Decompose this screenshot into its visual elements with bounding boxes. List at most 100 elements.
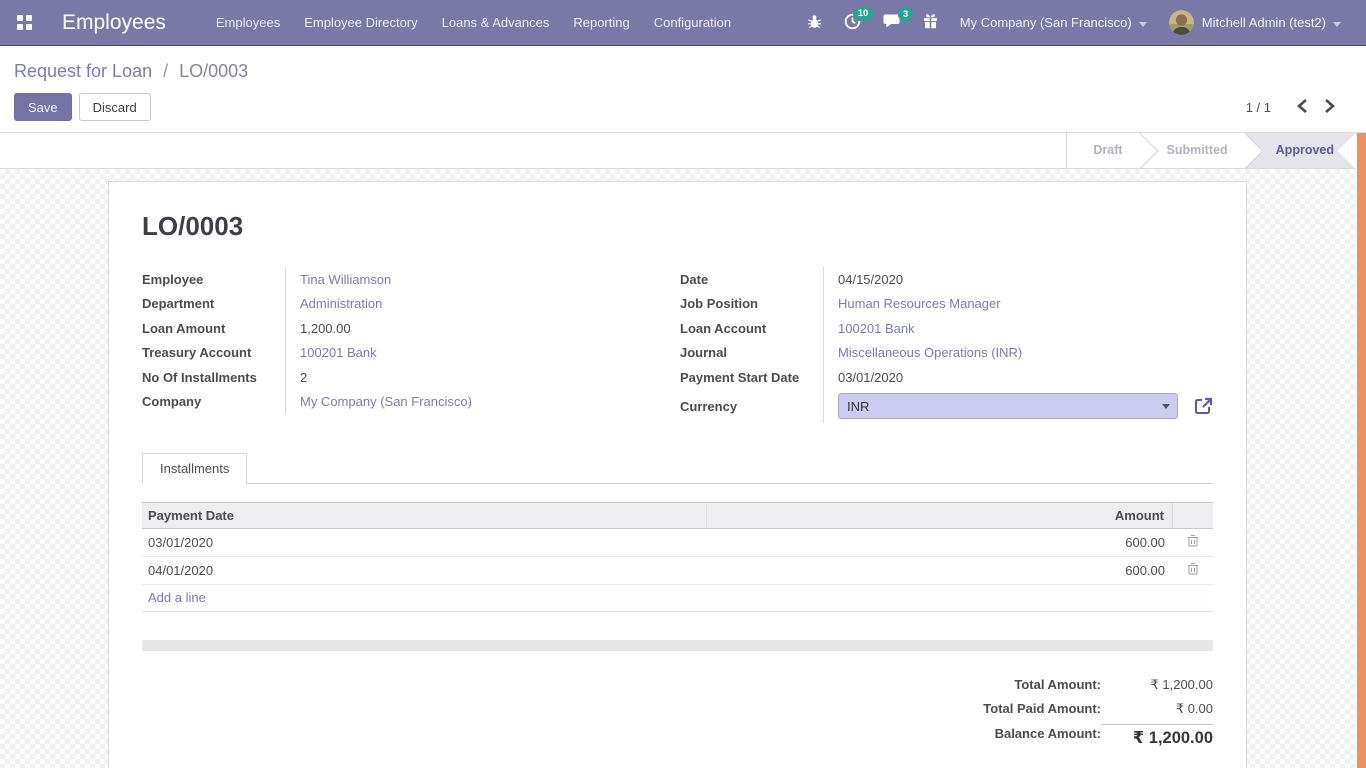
menu-item[interactable]: Employees (204, 0, 292, 45)
totals-section: Total Amount: ₹ 1,200.00 Total Paid Amou… (142, 673, 1213, 748)
cell-payment-date[interactable]: 04/01/2020 (142, 563, 707, 578)
horizontal-scrollbar[interactable] (142, 640, 1213, 651)
external-link-button[interactable] (1194, 397, 1213, 415)
apps-menu-button[interactable] (8, 7, 40, 39)
field-row: Payment Start Date 03/01/2020 (680, 365, 1213, 390)
field-value-text[interactable]: Miscellaneous Operations (INR) (838, 345, 1022, 360)
field-row: Loan Account 100201 Bank (680, 316, 1213, 341)
field-value-text[interactable]: Tina Williamson (300, 272, 391, 287)
field-value-text: 1,200.00 (300, 321, 351, 336)
chevron-down-icon (1139, 15, 1147, 30)
field-row: Job Position Human Resources Manager (680, 292, 1213, 317)
pager-previous-button[interactable] (1289, 97, 1316, 118)
trash-icon (1187, 562, 1199, 578)
company-switcher[interactable]: My Company (San Francisco) (949, 9, 1158, 36)
field-value-text[interactable]: 100201 Bank (838, 321, 915, 336)
field-row: Journal Miscellaneous Operations (INR) (680, 341, 1213, 366)
user-menu[interactable]: Mitchell Admin (test2) (1158, 4, 1352, 41)
field-value-text[interactable]: Administration (300, 296, 382, 311)
field-label: Employee (142, 267, 285, 292)
chevron-right-icon (1324, 99, 1335, 116)
tab-installments[interactable]: Installments (142, 453, 247, 484)
menu-item[interactable]: Configuration (642, 0, 743, 45)
chevron-left-icon (1297, 99, 1308, 116)
activities-badge: 10 (853, 7, 873, 22)
field-value: My Company (San Francisco) (285, 390, 661, 415)
cell-payment-date[interactable]: 03/01/2020 (142, 535, 707, 550)
vertical-scrollbar-thumb[interactable] (1357, 133, 1366, 768)
statusbar-step[interactable]: Draft (1066, 133, 1140, 168)
field-column-left: Employee Tina Williamson Department Admi… (142, 267, 661, 423)
column-header-payment-date[interactable]: Payment Date (142, 503, 707, 528)
control-panel: Request for Loan / LO/0003 Save Discard … (0, 46, 1366, 133)
discard-button[interactable]: Discard (79, 93, 151, 121)
total-value: ₹ 1,200.00 (1101, 724, 1213, 748)
menu-item[interactable]: Employee Directory (292, 0, 429, 45)
field-value: 1,200.00 (285, 316, 661, 341)
field-value-text[interactable]: My Company (San Francisco) (300, 394, 472, 409)
breadcrumb: Request for Loan / LO/0003 (14, 58, 1366, 84)
add-a-line-link[interactable]: Add a line (148, 590, 206, 605)
field-row: Date 04/15/2020 (680, 267, 1213, 292)
breadcrumb-current: LO/0003 (179, 61, 248, 81)
app-brand[interactable]: Employees (62, 11, 166, 35)
field-value: Human Resources Manager (823, 292, 1213, 317)
delete-row-button[interactable] (1173, 534, 1213, 550)
total-label: Balance Amount: (995, 722, 1101, 747)
statusbar-step-label: Draft (1093, 143, 1122, 157)
field-label: Loan Amount (142, 316, 285, 341)
add-a-line-row: Add a line (142, 585, 1213, 612)
statusbar-steps: Draft Submitted Approved (1066, 133, 1356, 168)
field-value-text[interactable]: Human Resources Manager (838, 296, 1001, 311)
field-label: Treasury Account (142, 341, 285, 366)
field-label: Job Position (680, 292, 823, 317)
pager-next-button[interactable] (1316, 97, 1343, 118)
field-row: Treasury Account 100201 Bank (142, 341, 661, 366)
field-row: Company My Company (San Francisco) (142, 390, 661, 415)
breadcrumb-parent-link[interactable]: Request for Loan (14, 61, 152, 81)
column-header-amount[interactable]: Amount (707, 503, 1173, 528)
pager: 1 / 1 (1246, 97, 1343, 118)
menu-item[interactable]: Loans & Advances (430, 0, 562, 45)
table-row: 04/01/2020 600.00 (142, 557, 1213, 585)
currency-selected-value: INR (847, 399, 869, 414)
field-value: 2 (285, 365, 661, 390)
cell-amount[interactable]: 600.00 (707, 535, 1173, 550)
currency-select[interactable]: INR (838, 393, 1178, 419)
control-panel-buttons-row: Save Discard 1 / 1 (14, 93, 1366, 121)
select-caret-icon (1162, 404, 1170, 409)
field-label: Company (142, 390, 285, 415)
apps-grid-icon (17, 15, 32, 30)
pager-counter: 1 / 1 (1246, 100, 1271, 115)
trash-icon (1187, 534, 1199, 550)
total-label: Total Amount: (1014, 673, 1101, 698)
chevron-down-icon (1333, 15, 1341, 30)
field-label: Date (680, 267, 823, 292)
field-value-text[interactable]: 100201 Bank (300, 345, 377, 360)
systray: 10 3 My Company (San Francisco) Mitchell… (796, 4, 1352, 41)
field-value: 03/01/2020 (823, 365, 1213, 390)
field-value: Miscellaneous Operations (INR) (823, 341, 1213, 366)
save-button[interactable]: Save (14, 93, 72, 121)
field-label: Currency (680, 390, 823, 423)
gift-button[interactable] (912, 7, 949, 38)
field-value: 100201 Bank (823, 316, 1213, 341)
field-label: No Of Installments (142, 365, 285, 390)
statusbar-step-label: Submitted (1167, 143, 1228, 157)
messages-button[interactable]: 3 (872, 7, 912, 38)
statusbar-step-label: Approved (1276, 143, 1334, 157)
user-name: Mitchell Admin (test2) (1202, 15, 1326, 30)
cell-amount[interactable]: 600.00 (707, 563, 1173, 578)
field-column-right: Date 04/15/2020 Job Position Human Resou… (680, 267, 1213, 423)
field-row-currency: Currency INR (680, 390, 1213, 423)
form-view-background: LO/0003 Employee Tina Williamson Departm… (0, 169, 1366, 768)
table-header-row: Payment Date Amount (142, 502, 1213, 529)
company-name: My Company (San Francisco) (960, 15, 1132, 30)
delete-row-button[interactable] (1173, 562, 1213, 578)
debug-menu-button[interactable] (796, 8, 833, 38)
total-row: Balance Amount: ₹ 1,200.00 (995, 722, 1213, 748)
activities-button[interactable]: 10 (833, 7, 872, 39)
field-row: Department Administration (142, 292, 661, 317)
menu-item[interactable]: Reporting (561, 0, 641, 45)
form-sheet: LO/0003 Employee Tina Williamson Departm… (108, 181, 1247, 768)
